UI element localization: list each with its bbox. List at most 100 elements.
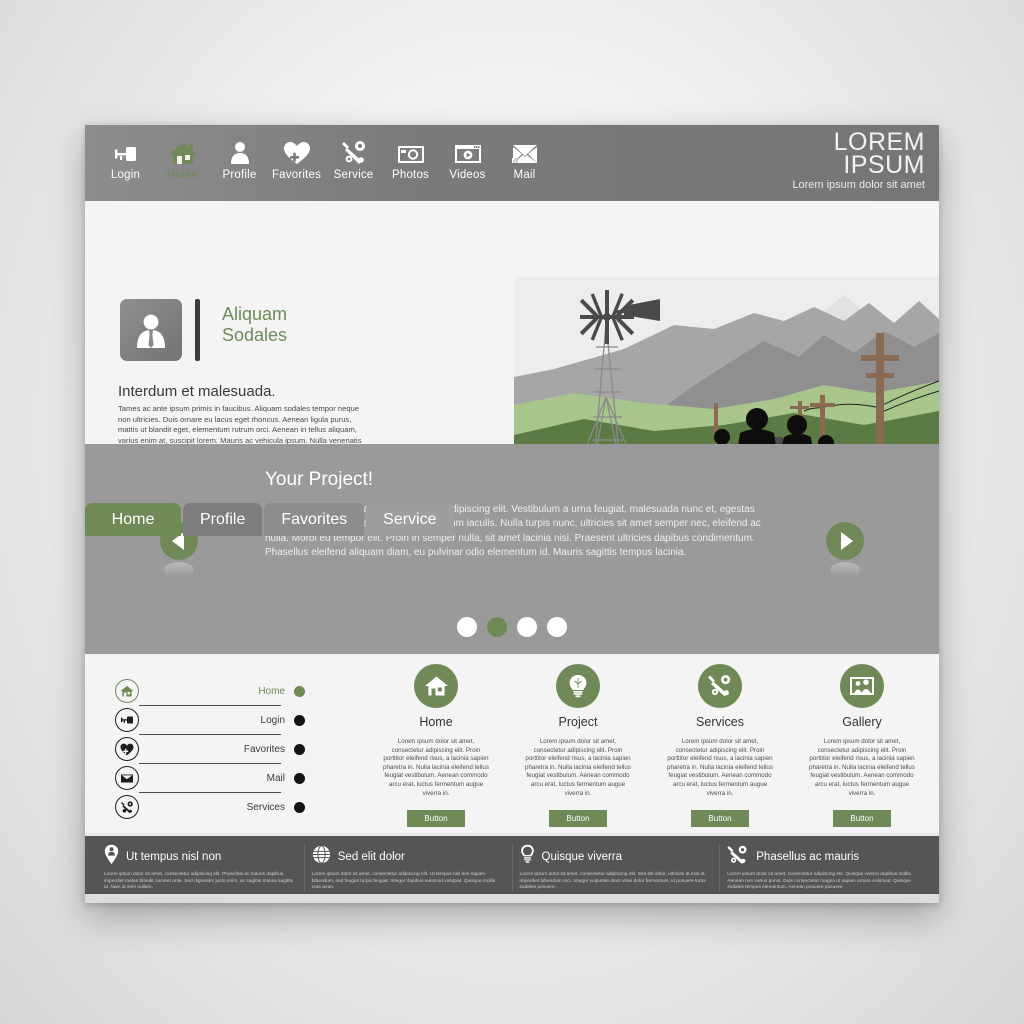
nav-item-favorites[interactable]: Favorites [268, 131, 325, 181]
lightbulb-icon [556, 664, 600, 708]
globe-icon [312, 845, 331, 869]
home-icon [154, 131, 211, 165]
quick-link-bullet [294, 714, 305, 726]
feature-text: Lorem ipsum dolor sit amet, consectetur … [667, 738, 773, 797]
quick-link-mail[interactable]: Mail [115, 766, 305, 790]
feature-button[interactable]: Button [549, 810, 607, 828]
feature-button[interactable]: Button [833, 810, 891, 828]
feature-title: Project [558, 715, 598, 729]
list-divider [139, 763, 281, 764]
feature-card-home: Home Lorem ipsum dolor sit amet, consect… [365, 664, 507, 828]
nav-item-login[interactable]: Login [97, 131, 154, 181]
title-divider [195, 299, 200, 361]
footer-columns: Ut tempus nisl non Lorem ipsum dolor sit… [85, 836, 939, 892]
slider-pagination [85, 617, 939, 637]
footer-text: Lorem ipsum dolor sit amet, consectetur … [519, 872, 707, 891]
footer-text: Lorem ipsum dolor sit amet, consectetur … [727, 872, 913, 891]
video-icon [439, 131, 496, 165]
tab-service[interactable]: Service [366, 503, 454, 536]
nav-item-photos[interactable]: Photos [382, 131, 439, 181]
quick-link-bullet [294, 685, 305, 697]
wrench-gear-icon [115, 795, 139, 819]
quick-link-bullet [294, 801, 305, 813]
nav-item-service[interactable]: Service [325, 131, 382, 181]
list-divider [139, 705, 281, 706]
footer-heading: Ut tempus nisl non [104, 844, 297, 870]
map-pin-person-icon [104, 844, 119, 870]
footer-heading: Phasellus ac mauris [727, 845, 920, 869]
slider-dot-4[interactable] [547, 617, 567, 637]
arrow-reflection [164, 562, 194, 578]
footer-card-1: Ut tempus nisl non Lorem ipsum dolor sit… [97, 844, 304, 892]
quick-link-services[interactable]: Services [115, 795, 305, 819]
camera-icon [382, 131, 439, 165]
nav-label: Videos [449, 169, 486, 181]
person-avatar-icon [120, 299, 182, 361]
website-mockup-page: Login Home Profile Favorites Service Pho… [85, 125, 939, 903]
heart-plus-icon [268, 131, 325, 165]
footer-text: Lorem ipsum dolor sit amet, consectetur … [104, 872, 294, 891]
list-divider [139, 734, 281, 735]
tab-favorites[interactable]: Favorites [264, 503, 365, 536]
footer-heading: Sed elit dolor [312, 845, 505, 869]
key-icon [97, 131, 154, 165]
nav-label: Home [166, 169, 199, 181]
slider-title: Your Project! [265, 469, 374, 490]
footer-text: Lorem ipsum dolor sit amet, consectetur … [311, 872, 496, 891]
site-footer: Ut tempus nisl non Lorem ipsum dolor sit… [85, 833, 939, 903]
logo-line-2: IPSUM [843, 151, 925, 179]
quick-link-label: Home [258, 685, 285, 697]
quick-link-bullet [294, 772, 305, 784]
footer-title: Sed elit dolor [337, 851, 405, 863]
nav-label: Profile [222, 169, 257, 181]
quick-link-label: Favorites [243, 743, 285, 755]
feature-title: Gallery [842, 715, 882, 729]
nav-item-videos[interactable]: Videos [439, 131, 496, 181]
logo-tagline: Lorem ipsum dolor sit amet [792, 179, 925, 191]
gallery-icon [840, 664, 884, 708]
slider-dot-3[interactable] [517, 617, 537, 637]
nav-label: Mail [513, 169, 536, 181]
home-icon [115, 679, 139, 703]
footer-heading: Quisque viverra [520, 844, 713, 870]
footer-bottom-bar [85, 894, 939, 903]
wrench-gear-icon [325, 131, 382, 165]
quick-link-bullet [294, 743, 305, 755]
avatar [120, 299, 182, 361]
envelope-icon: @ [496, 131, 553, 165]
nav-item-mail[interactable]: @ Mail [496, 131, 553, 181]
nav-label: Favorites [271, 169, 322, 181]
nav-label: Photos [391, 169, 429, 181]
nav-label: Service [333, 169, 374, 181]
intro-section: Aliquam Sodales Interdum et malesuada. T… [85, 201, 939, 536]
svg-text:@: @ [513, 158, 518, 164]
site-header: Login Home Profile Favorites Service Pho… [85, 125, 939, 201]
heart-plus-icon [115, 737, 139, 761]
tab-bar: Home Profile Favorites Service [85, 503, 456, 536]
slider-next-button[interactable] [826, 522, 864, 578]
feature-text: Lorem ipsum dolor sit amet, consectetur … [525, 738, 631, 797]
intro-title-line-2: Sodales [222, 325, 288, 345]
wrench-gear-icon [698, 664, 742, 708]
intro-title-line-1: Aliquam [222, 304, 288, 324]
key-icon [115, 708, 139, 732]
home-icon [414, 664, 458, 708]
feature-button[interactable]: Button [691, 810, 749, 828]
site-logo[interactable]: LOREM IPSUM Lorem ipsum dolor sit amet [792, 130, 925, 192]
quick-link-login[interactable]: Login [115, 708, 305, 732]
quick-link-favorites[interactable]: Favorites [115, 737, 305, 761]
intro-title: Aliquam Sodales [222, 304, 287, 346]
slider-dot-2[interactable] [487, 617, 507, 637]
nav-item-home[interactable]: Home [154, 131, 211, 181]
feature-card-services: Services Lorem ipsum dolor sit amet, con… [649, 664, 791, 828]
feature-button[interactable]: Button [407, 810, 465, 828]
tab-profile[interactable]: Profile [183, 503, 263, 536]
tab-home[interactable]: Home [85, 503, 181, 536]
quick-link-home[interactable]: Home [115, 679, 305, 703]
user-icon [211, 131, 268, 165]
lightbulb-icon [520, 844, 535, 870]
feature-title: Home [419, 715, 453, 729]
nav-item-profile[interactable]: Profile [211, 131, 268, 181]
footer-title: Phasellus ac mauris [756, 851, 860, 863]
slider-dot-1[interactable] [457, 617, 477, 637]
